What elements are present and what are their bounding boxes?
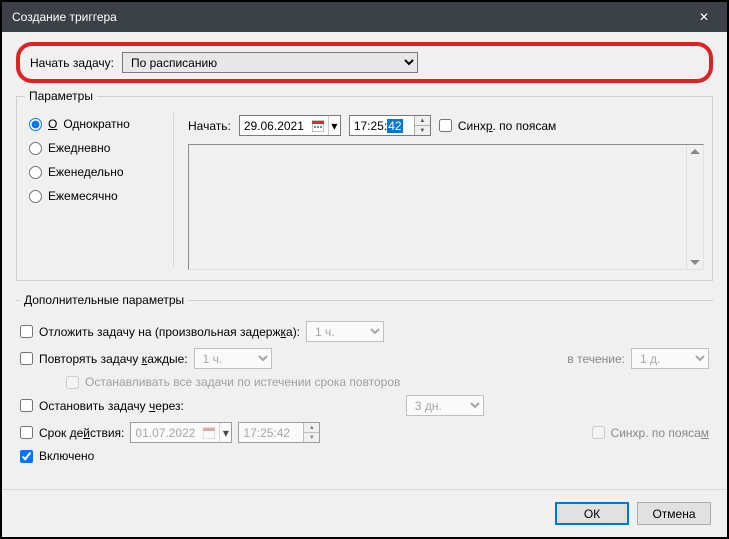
expire-checkbox[interactable]: Срок действия: (20, 426, 124, 440)
advanced-fieldset: Дополнительные параметры Отложить задачу… (16, 293, 713, 473)
calendar-icon[interactable] (310, 118, 326, 134)
radio-daily[interactable]: Ежедневно (29, 141, 159, 155)
radio-monthly[interactable]: Ежемесячно (29, 189, 159, 203)
begin-task-label: Начать задачу: (30, 56, 114, 70)
schedule-detail-panel (188, 144, 704, 270)
expire-time-input: 17:25:42 ▲▼ (238, 422, 320, 443)
radio-once[interactable]: ООднократноОднократно (29, 117, 159, 131)
radio-weekly-label: Еженедельно (48, 165, 124, 179)
delay-select: 1 ч. (306, 321, 384, 342)
delay-checkbox[interactable]: Отложить задачу на (произвольная задержк… (20, 325, 300, 339)
radio-weekly[interactable]: Еженедельно (29, 165, 159, 179)
radio-daily-label: Ежедневно (48, 141, 110, 155)
begin-task-row: Начать задачу: По расписанию (16, 42, 713, 83)
enabled-checkbox[interactable]: Включено (20, 449, 94, 463)
params-legend: Параметры (25, 89, 97, 103)
sync-tz-checkbox[interactable]: Синхр. по поясам (439, 119, 556, 133)
calendar-icon (201, 425, 217, 441)
time-spinner[interactable]: ▲▼ (414, 116, 430, 135)
window-title: Создание триггера (12, 10, 117, 24)
stop-all-label: Останавливать все задачи по истечении ср… (85, 375, 400, 389)
expire-sync-checkbox: Синхр. по поясам (592, 426, 709, 440)
chevron-down-icon: ▾ (219, 423, 231, 442)
titlebar: Создание триггера ✕ (2, 2, 727, 32)
ok-button[interactable]: ОК (555, 502, 629, 525)
vertical-separator (173, 113, 174, 266)
params-fieldset: Параметры ООднократноОднократно Ежедневн… (16, 89, 713, 281)
radio-monthly-label: Ежемесячно (48, 189, 118, 203)
chevron-down-icon[interactable]: ▾ (328, 116, 340, 135)
cancel-button[interactable]: Отмена (637, 502, 711, 525)
repeat-duration-select: 1 д. (631, 348, 709, 369)
vertical-scrollbar[interactable] (686, 145, 703, 269)
expire-date-input: 01.07.2022 ▾ (130, 422, 232, 443)
stop-all-checkbox (66, 376, 79, 389)
trigger-dialog: Создание триггера ✕ Начать задачу: По ра… (0, 0, 729, 539)
start-date-input[interactable]: 29.06.2021 ▾ (239, 115, 341, 136)
advanced-legend: Дополнительные параметры (20, 293, 188, 307)
duration-label: в течение: (567, 352, 625, 366)
repeat-checkbox[interactable]: Повторять задачу каждые: (20, 352, 188, 366)
close-icon[interactable]: ✕ (691, 4, 717, 30)
stop-after-checkbox[interactable]: Остановить задачу через: (20, 399, 184, 413)
time-spinner: ▲▼ (303, 423, 319, 442)
dialog-footer: ОК Отмена (2, 489, 727, 537)
stop-after-select: 3 дн. (406, 395, 484, 416)
start-time-input[interactable]: 17:25:42 ▲▼ (349, 115, 431, 136)
start-label: Начать: (188, 119, 231, 133)
radio-once-label: Однократно (63, 117, 130, 131)
schedule-radio-group: ООднократноОднократно Ежедневно Еженедел… (25, 109, 159, 270)
begin-task-select[interactable]: По расписанию (122, 52, 418, 73)
repeat-interval-select: 1 ч. (194, 348, 272, 369)
